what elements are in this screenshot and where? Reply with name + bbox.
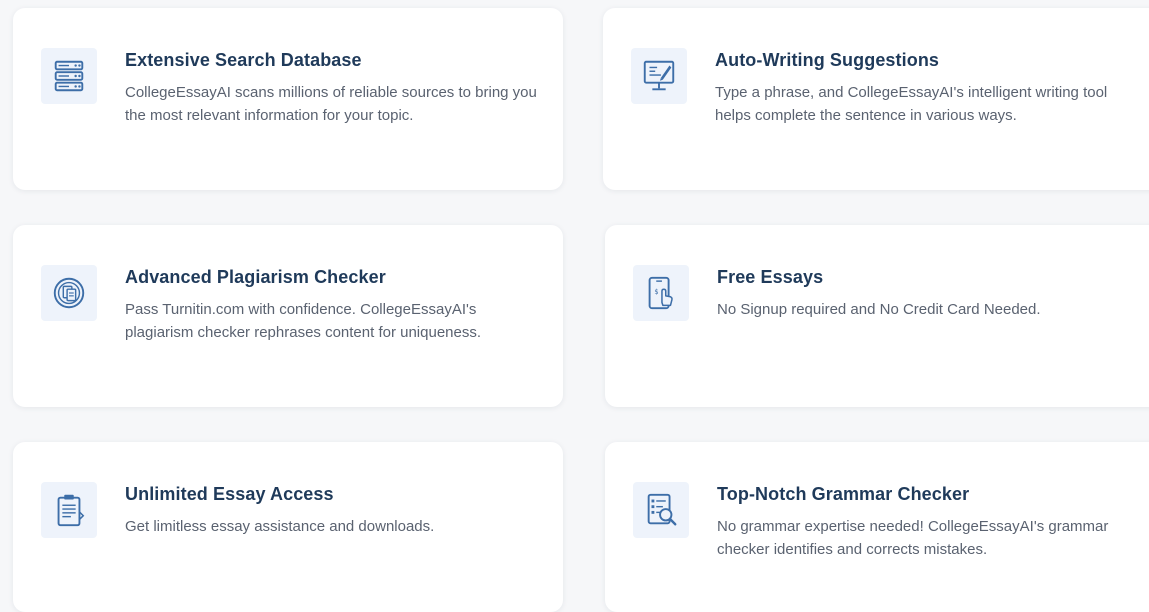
feature-title: Top-Notch Grammar Checker [717,484,970,504]
feature-text: Extensive Search Database CollegeEssayAI… [125,49,547,127]
database-icon [41,48,97,104]
clipboard-icon [41,482,97,538]
feature-description: CollegeEssayAI scans millions of reliabl… [125,84,537,124]
phone-tap-icon: $ [633,265,689,321]
feature-card-advanced-plagiarism-checker: Advanced Plagiarism Checker Pass Turniti… [13,225,563,407]
feature-card-auto-writing-suggestions: Auto-Writing Suggestions Type a phrase, … [603,8,1149,190]
feature-text: Advanced Plagiarism Checker Pass Turniti… [125,266,547,344]
feature-text: Top-Notch Grammar Checker No grammar exp… [717,483,1149,561]
plagiarism-checker-icon [41,265,97,321]
feature-description: No Signup required and No Credit Card Ne… [717,301,1041,318]
feature-description: Get limitless essay assistance and downl… [125,518,435,535]
feature-title: Auto-Writing Suggestions [715,50,940,70]
feature-title: Advanced Plagiarism Checker [125,267,386,287]
feature-card-extensive-search-database: Extensive Search Database CollegeEssayAI… [13,8,563,190]
feature-text: Free Essays No Signup required and No Cr… [717,266,1149,321]
feature-description: Type a phrase, and CollegeEssayAI's inte… [715,84,1108,124]
feature-title: Extensive Search Database [125,50,362,70]
feature-title: Unlimited Essay Access [125,484,334,504]
grammar-magnifier-icon [633,482,689,538]
feature-text: Auto-Writing Suggestions Type a phrase, … [715,49,1147,127]
feature-title: Free Essays [717,267,824,287]
feature-description: No grammar expertise needed! CollegeEssa… [717,518,1109,558]
feature-text: Unlimited Essay Access Get limitless ess… [125,483,547,538]
feature-description: Pass Turnitin.com with confidence. Colle… [125,301,482,341]
svg-text:$: $ [654,288,658,296]
feature-card-top-notch-grammar-checker: Top-Notch Grammar Checker No grammar exp… [605,442,1149,612]
feature-card-unlimited-essay-access: Unlimited Essay Access Get limitless ess… [13,442,563,612]
auto-writing-monitor-icon [631,48,687,104]
feature-card-free-essays: $ Free Essays No Signup required and No … [605,225,1149,407]
